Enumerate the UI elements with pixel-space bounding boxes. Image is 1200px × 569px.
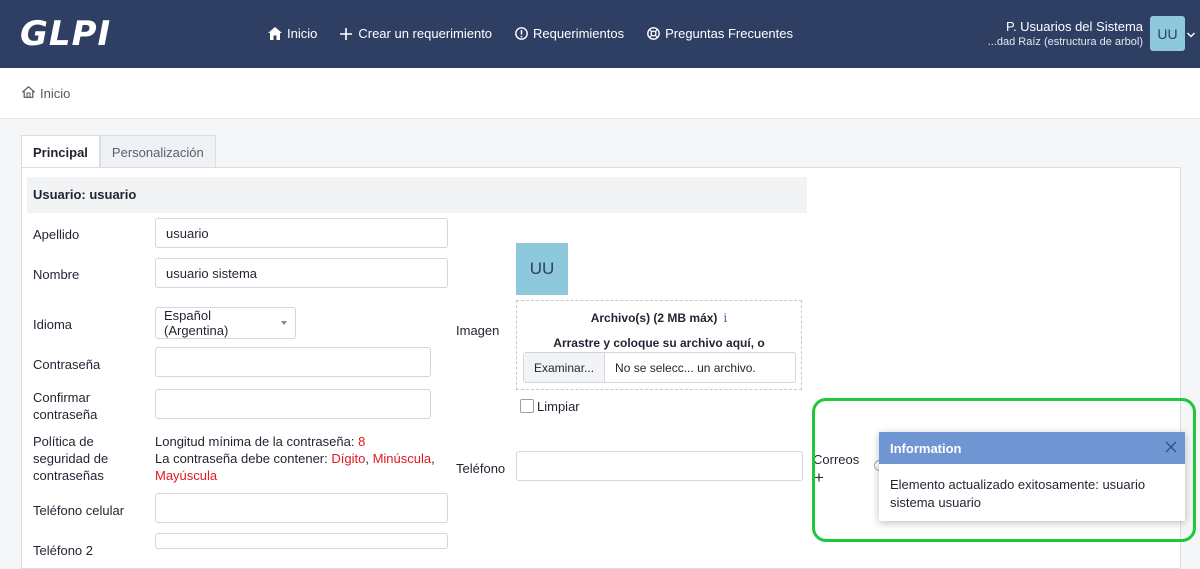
top-navbar: GLPI Inicio Crear un requerimiento Reque…	[0, 0, 1200, 68]
policy-digit: Dígito	[331, 451, 366, 466]
breadcrumb[interactable]: Inicio	[21, 86, 70, 101]
info-icon[interactable]: i	[723, 311, 727, 325]
idioma-label: Idioma	[33, 317, 73, 332]
nav-item-inicio[interactable]: Inicio	[268, 26, 317, 41]
mobile-field[interactable]	[155, 493, 448, 523]
policy-min-value: 8	[358, 434, 366, 449]
avatar: UU	[516, 243, 568, 295]
policy-upper: Mayúscula	[155, 468, 218, 483]
file-dropzone[interactable]: Archivo(s) (2 MB máx) i Arrastre y coloqu…	[516, 300, 802, 390]
dropzone-subtitle: Arrastre y coloque su archivo aquí, o	[553, 336, 765, 350]
policy-lower: Minúscula	[372, 451, 432, 466]
file-input[interactable]: Examinar... No se selecc... un archivo.	[523, 352, 796, 383]
user-entity: ...dad Raíz (estructura de arbol)	[987, 36, 1143, 48]
dropzone-title-text: Archivo(s) (2 MB máx)	[590, 311, 718, 325]
nav-label: Preguntas Frecuentes	[665, 26, 793, 41]
glpi-logo[interactable]: GLPI	[20, 14, 111, 54]
phone2-field[interactable]	[155, 533, 448, 549]
policy-text: Longitud mínima de la contraseña: 8 La c…	[155, 434, 435, 483]
breadcrumb-bar: Inicio	[0, 68, 1200, 119]
password-field[interactable]	[155, 347, 431, 377]
toast-header: Information	[879, 432, 1185, 464]
nav-item-crear-requerimiento[interactable]: Crear un requerimiento	[339, 26, 492, 41]
nav-label: Requerimientos	[533, 26, 625, 41]
tab-personalizacion[interactable]: Personalización	[99, 135, 216, 169]
apellido-label: Apellido	[33, 227, 80, 242]
clear-image-checkbox[interactable]	[520, 399, 534, 413]
idioma-value: Español (Argentina)	[164, 308, 229, 338]
nav-label: Inicio	[287, 26, 318, 41]
toast-message: Elemento actualizado exitosamente: usuar…	[890, 477, 1146, 510]
phone2-label: Teléfono 2	[33, 543, 93, 558]
phone-label: Teléfono	[456, 461, 506, 476]
close-icon[interactable]	[1165, 441, 1177, 453]
image-label: Imagen	[456, 323, 500, 338]
lifebuoy-icon	[646, 27, 660, 41]
clear-image-label[interactable]: Limpiar	[537, 398, 580, 415]
form-title: Usuario: usuario	[33, 187, 137, 202]
phone-field[interactable]	[516, 451, 803, 481]
password-confirm-label: Confirmar contraseña	[33, 390, 98, 422]
chevron-down-icon	[281, 321, 287, 325]
mobile-label: Teléfono celular	[33, 503, 125, 518]
dropzone-title: Archivo(s) (2 MB máx) i	[517, 311, 801, 325]
nav-label: Crear un requerimiento	[358, 26, 493, 41]
alert-circle-icon	[514, 27, 528, 41]
tab-principal[interactable]: Principal	[21, 135, 100, 169]
chevron-down-icon[interactable]	[1186, 28, 1196, 38]
policy-contains-text: La contraseña debe contener:	[155, 451, 328, 466]
toast-title: Information	[890, 440, 962, 456]
home-icon	[268, 27, 282, 41]
user-menu[interactable]: P. Usuarios del Sistema ...dad Raíz (est…	[988, 19, 1143, 48]
nombre-field[interactable]: usuario sistema	[155, 258, 448, 288]
password-label: Contraseña	[33, 357, 101, 372]
home-icon	[21, 86, 36, 101]
idioma-select[interactable]: Español (Argentina)	[155, 307, 296, 339]
browse-button[interactable]: Examinar...	[524, 353, 606, 382]
policy-min-text: Longitud mínima de la contraseña:	[155, 434, 355, 449]
file-status: No se selecc... un archivo.	[615, 360, 756, 375]
nombre-label: Nombre	[33, 267, 80, 282]
notification-toast: Information Elemento actualizado exitosa…	[879, 432, 1185, 521]
plus-icon	[339, 27, 353, 41]
form-header: Usuario: usuario	[27, 177, 807, 213]
policy-label: Política de seguridad de contraseñas	[33, 434, 109, 483]
avatar[interactable]: UU	[1150, 16, 1185, 51]
nav-item-requerimientos[interactable]: Requerimientos	[514, 26, 624, 41]
breadcrumb-home[interactable]: Inicio	[40, 86, 70, 101]
main-nav: Inicio Crear un requerimiento Requerimie…	[268, 26, 793, 41]
user-profile-name: P. Usuarios del Sistema	[1005, 19, 1143, 34]
apellido-field[interactable]: usuario	[155, 218, 448, 248]
nav-item-preguntas-frecuentes[interactable]: Preguntas Frecuentes	[646, 26, 793, 41]
tab-bar: Principal Personalización	[21, 135, 216, 169]
password-confirm-field[interactable]	[155, 389, 431, 419]
